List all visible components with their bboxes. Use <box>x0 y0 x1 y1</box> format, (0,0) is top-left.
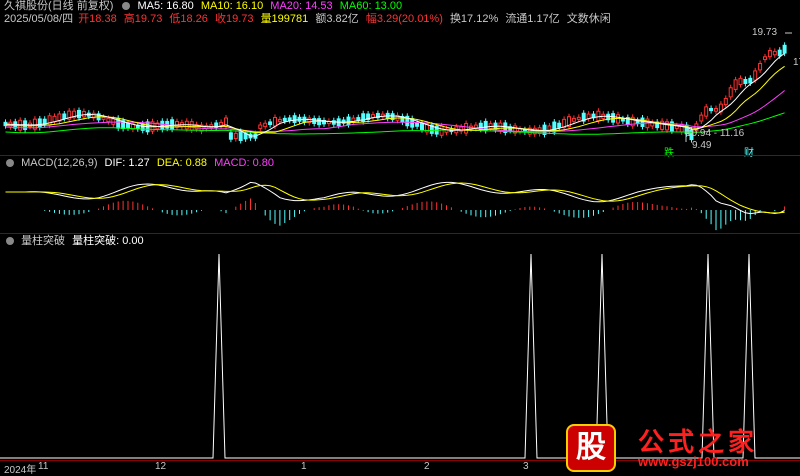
candle <box>704 106 709 117</box>
candle <box>62 113 67 120</box>
watermark-url: www.gszj100.com <box>638 454 749 469</box>
candle <box>753 70 758 81</box>
candle <box>170 119 175 130</box>
candle <box>219 121 224 126</box>
candle <box>52 115 57 123</box>
candle <box>77 109 81 119</box>
candle <box>277 118 282 123</box>
candle <box>699 114 704 122</box>
macd-header: MACD(12,26,9) DIF: 1.27 DEA: 0.88 MACD: … <box>4 157 278 170</box>
candle <box>748 77 753 84</box>
candle <box>420 122 424 131</box>
high-price-label: 19.73 <box>752 27 778 38</box>
candle <box>782 44 787 54</box>
candle <box>557 122 562 128</box>
price-chart[interactable] <box>0 0 800 156</box>
candle <box>346 116 351 126</box>
candle <box>714 108 718 112</box>
xaxis-label-12: 12 <box>155 461 167 472</box>
candle <box>356 117 361 121</box>
candle <box>47 115 52 126</box>
candle <box>189 121 194 131</box>
candle <box>287 117 292 122</box>
xaxis-label-2: 2 <box>424 461 430 472</box>
candle <box>101 116 106 120</box>
macd-chart[interactable] <box>0 170 800 234</box>
candle <box>640 117 645 127</box>
panel-divider-2 <box>0 233 800 234</box>
watermark-logo-glyph: 股 <box>566 424 616 472</box>
candle <box>733 79 738 90</box>
fall-tag[interactable]: 跌 <box>664 144 674 159</box>
candle <box>596 110 601 122</box>
right-price-label: 17 <box>793 57 800 68</box>
candle <box>258 124 263 129</box>
macd-dea: DEA: 0.88 <box>156 157 207 169</box>
xaxis-label-11: 11 <box>38 461 49 472</box>
candle <box>611 113 616 123</box>
candle <box>81 110 86 118</box>
candle <box>126 123 130 129</box>
macd-settings-dot-icon[interactable] <box>6 158 14 167</box>
xaxis-label-1: 1 <box>301 461 307 472</box>
site-watermark: 股 公式之家 www.gszj100.com <box>558 420 800 474</box>
volbreak-value: 量柱突破: 0.00 <box>72 235 144 247</box>
candle <box>571 117 576 122</box>
candle <box>620 118 625 122</box>
candle <box>106 117 111 123</box>
volbreak-title: 量柱突破 <box>21 235 66 247</box>
candle <box>586 113 591 120</box>
candle <box>361 113 366 123</box>
macd-title: MACD(12,26,9) <box>21 157 98 169</box>
candle <box>282 117 287 122</box>
candle <box>371 114 375 118</box>
candle <box>228 132 233 140</box>
candle <box>772 50 777 56</box>
candle <box>576 116 581 120</box>
candle <box>268 121 273 126</box>
candle <box>728 87 733 98</box>
macd-value: MACD: 0.80 <box>214 157 274 169</box>
macd-dif: DIF: 1.27 <box>104 157 150 169</box>
candle <box>292 115 297 123</box>
candle <box>743 79 748 85</box>
volbreak-settings-dot-icon[interactable] <box>6 236 14 245</box>
candle <box>763 56 767 60</box>
range-label: 10.94 - 11.16 <box>686 128 745 139</box>
low-price-label: 9.49 <box>692 140 712 151</box>
candle <box>233 132 238 140</box>
candle <box>498 122 503 132</box>
candle <box>263 122 268 128</box>
panel-divider-1 <box>0 155 800 156</box>
candle <box>709 107 714 112</box>
candle <box>175 121 179 128</box>
candle <box>723 97 728 106</box>
candle <box>273 117 277 127</box>
finance-tag[interactable]: 财 <box>744 144 754 159</box>
volbreak-header: 量柱突破 量柱突破: 0.00 <box>4 235 148 248</box>
candle <box>464 123 469 134</box>
candle <box>415 122 420 127</box>
candle <box>758 62 763 71</box>
candle <box>37 118 42 128</box>
candle <box>738 77 743 86</box>
candle <box>767 50 772 58</box>
candle <box>777 49 782 57</box>
candle <box>160 120 165 130</box>
xaxis-label-3: 3 <box>523 461 529 472</box>
candle <box>238 131 243 141</box>
